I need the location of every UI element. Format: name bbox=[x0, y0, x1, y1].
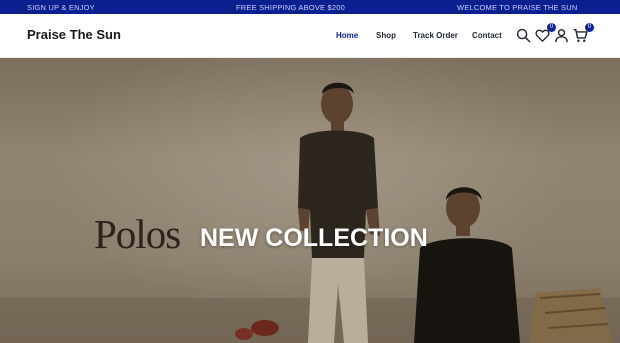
hero-title: NEW COLLECTION bbox=[200, 224, 428, 252]
announcement-shipping: FREE SHIPPING ABOVE $200 bbox=[236, 3, 346, 12]
nav-track-order[interactable]: Track Order bbox=[413, 31, 458, 40]
user-icon bbox=[555, 28, 568, 43]
site-logo[interactable]: Praise The Sun bbox=[27, 27, 121, 42]
wishlist-button[interactable]: 0 bbox=[535, 23, 556, 43]
announcement-signup[interactable]: SIGN UP & ENJOY bbox=[27, 3, 95, 12]
hero-brand-text: Polos bbox=[94, 211, 181, 257]
search-icon[interactable] bbox=[516, 28, 531, 43]
announcement-bar: SIGN UP & ENJOY FREE SHIPPING ABOVE $200… bbox=[0, 0, 620, 14]
cart-count-badge: 0 bbox=[585, 23, 594, 32]
hero-overlay bbox=[0, 58, 620, 343]
hero-banner[interactable]: Polos NEW COLLECTION bbox=[0, 58, 620, 343]
announcement-welcome: WELCOME TO PRAISE THE SUN bbox=[457, 3, 578, 12]
cart-button[interactable]: 0 bbox=[573, 23, 594, 43]
nav-contact[interactable]: Contact bbox=[472, 31, 502, 40]
nav-home[interactable]: Home bbox=[336, 31, 358, 40]
account-button[interactable] bbox=[554, 28, 569, 43]
site-header: Praise The Sun Home Shop Track Order Con… bbox=[0, 14, 620, 58]
nav-shop[interactable]: Shop bbox=[376, 31, 396, 40]
